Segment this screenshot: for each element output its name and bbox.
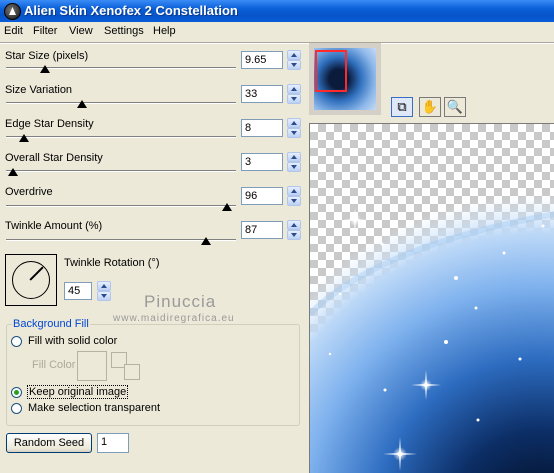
app-logo-icon bbox=[4, 3, 21, 20]
slider-track[interactable] bbox=[6, 205, 236, 207]
slider-thumb[interactable] bbox=[76, 100, 87, 108]
size-variation-spinner[interactable] bbox=[287, 84, 301, 104]
slider-track[interactable] bbox=[6, 102, 236, 104]
edge-star-density-input[interactable]: 8 bbox=[241, 119, 283, 137]
fill-color-swatch[interactable] bbox=[77, 351, 107, 381]
fill-solid-label[interactable]: Fill with solid color bbox=[28, 335, 117, 347]
slider-thumb[interactable] bbox=[40, 65, 51, 73]
spin-down-icon[interactable] bbox=[287, 94, 301, 104]
spin-up-icon[interactable] bbox=[287, 186, 301, 196]
menu-divider bbox=[0, 42, 554, 44]
menu-filter[interactable]: Filter bbox=[33, 25, 57, 37]
slider-label: Edge Star Density bbox=[5, 118, 94, 130]
overall-star-density-spinner[interactable] bbox=[287, 152, 301, 172]
slider-label: Star Size (pixels) bbox=[5, 50, 89, 62]
overdrive-input[interactable]: 96 bbox=[241, 187, 283, 205]
twinkle-amount-input[interactable]: 87 bbox=[241, 221, 283, 239]
hand-icon[interactable]: ✋ bbox=[419, 97, 441, 117]
spin-down-icon[interactable] bbox=[287, 230, 301, 240]
navigator-thumbnail[interactable] bbox=[309, 43, 381, 115]
random-seed-input[interactable]: 1 bbox=[97, 433, 129, 453]
zoom-icon[interactable]: 🔍 bbox=[444, 97, 466, 117]
make-transparent-label[interactable]: Make selection transparent bbox=[28, 402, 160, 414]
preview-canvas[interactable] bbox=[309, 123, 554, 473]
menu-view[interactable]: View bbox=[69, 25, 93, 37]
spin-down-icon[interactable] bbox=[287, 162, 301, 172]
spin-up-icon[interactable] bbox=[287, 50, 301, 60]
slider-thumb[interactable] bbox=[7, 168, 18, 176]
background-fill-title: Background Fill bbox=[12, 318, 90, 330]
spin-up-icon[interactable] bbox=[287, 84, 301, 94]
slider-label: Overdrive bbox=[5, 186, 53, 198]
slider-label: Overall Star Density bbox=[5, 152, 103, 164]
viewport-marker[interactable] bbox=[315, 50, 347, 92]
rotation-input[interactable]: 45 bbox=[64, 282, 92, 300]
spin-up-icon[interactable] bbox=[287, 118, 301, 128]
spin-up-icon[interactable] bbox=[287, 152, 301, 162]
menu-bar: Edit Filter View Settings Help bbox=[0, 22, 554, 42]
spin-down-icon[interactable] bbox=[97, 291, 111, 301]
spin-up-icon[interactable] bbox=[97, 281, 111, 291]
twinkle-amount-spinner[interactable] bbox=[287, 220, 301, 240]
fill-color-label: Fill Color bbox=[32, 359, 76, 371]
menu-settings[interactable]: Settings bbox=[104, 25, 144, 37]
star-size-input[interactable]: 9.65 bbox=[241, 51, 283, 69]
slider-thumb[interactable] bbox=[201, 237, 212, 245]
preview-compare-icon[interactable]: ⧉ bbox=[391, 97, 413, 117]
keep-original-label[interactable]: Keep original image bbox=[26, 385, 129, 399]
rotation-label: Twinkle Rotation (°) bbox=[64, 257, 160, 269]
slider-thumb[interactable] bbox=[221, 203, 232, 211]
watermark-name: Pinuccia bbox=[144, 292, 217, 311]
star-size-spinner[interactable] bbox=[287, 50, 301, 70]
slider-track[interactable] bbox=[6, 170, 236, 172]
make-transparent-radio[interactable] bbox=[11, 403, 22, 414]
overdrive-spinner[interactable] bbox=[287, 186, 301, 206]
title-bar[interactable]: Alien Skin Xenofex 2 Constellation bbox=[0, 0, 554, 22]
random-seed-button[interactable]: Random Seed bbox=[6, 433, 92, 453]
edge-star-density-spinner[interactable] bbox=[287, 118, 301, 138]
overall-star-density-input[interactable]: 3 bbox=[241, 153, 283, 171]
menu-edit[interactable]: Edit bbox=[4, 25, 23, 37]
keep-original-radio[interactable] bbox=[11, 387, 22, 398]
slider-label: Size Variation bbox=[5, 84, 73, 96]
watermark-url: www.maidiregrafica.eu bbox=[113, 313, 235, 324]
dial-circle-icon bbox=[12, 261, 50, 299]
menu-help[interactable]: Help bbox=[153, 25, 176, 37]
spin-up-icon[interactable] bbox=[287, 220, 301, 230]
preview-image bbox=[310, 186, 554, 473]
window-title: Alien Skin Xenofex 2 Constellation bbox=[24, 3, 238, 18]
size-variation-input[interactable]: 33 bbox=[241, 85, 283, 103]
slider-track[interactable] bbox=[6, 136, 236, 138]
swap-colors-icon[interactable] bbox=[124, 364, 140, 380]
rotation-dial[interactable] bbox=[5, 254, 57, 306]
spin-down-icon[interactable] bbox=[287, 196, 301, 206]
rotation-spinner[interactable] bbox=[97, 281, 111, 301]
slider-thumb[interactable] bbox=[19, 134, 30, 142]
slider-label: Twinkle Amount (%) bbox=[5, 220, 103, 232]
fill-solid-radio[interactable] bbox=[11, 336, 22, 347]
spin-down-icon[interactable] bbox=[287, 128, 301, 138]
spin-down-icon[interactable] bbox=[287, 60, 301, 70]
